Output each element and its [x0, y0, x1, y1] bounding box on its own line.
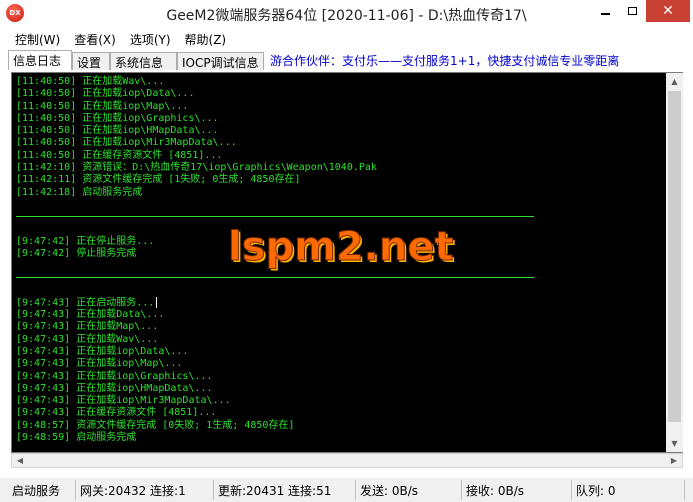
- log-group-restart: [9:47:43] 正在启动服务... [9:47:43] 正在加载Data\.…: [16, 296, 662, 445]
- scroll-left-button[interactable]: ◀: [12, 454, 28, 467]
- scroll-right-button[interactable]: ▶: [666, 454, 682, 467]
- maximize-icon: [627, 7, 637, 15]
- status-receive: 接收: 0B/s: [462, 480, 572, 500]
- log-line: [11:40:50] 正在加载iop\Data\...: [16, 88, 195, 100]
- status-update: 更新:20431 连接:51: [214, 480, 356, 500]
- log-line: [9:47:43] 正在加载iop\Data\...: [16, 345, 189, 357]
- log-line: [9:48:59] 启动服务完成: [16, 432, 137, 444]
- close-button[interactable]: ✕: [646, 0, 690, 22]
- partner-banner: 游合作伙伴：支付乐——支付服务1+1，快捷支付诚信专业零距离: [270, 54, 620, 68]
- tab-iocp-debug[interactable]: IOCP调试信息: [177, 52, 264, 70]
- log-line: [11:40:50] 正在加载iop\Map\...: [16, 100, 189, 112]
- log-line: [11:40:50] 正在加载iop\Graphics\...: [16, 112, 219, 124]
- status-service: 启动服务: [8, 480, 76, 500]
- log-line: [11:42:18] 启动服务完成: [16, 186, 143, 198]
- status-send: 发送: 0B/s: [356, 480, 462, 500]
- log-line: [9:47:43] 正在缓存资源文件 [4851]...: [16, 407, 217, 419]
- window-title: GeeM2微端服务器64位 [2020-11-06] - D:\热血传奇17\: [166, 8, 527, 24]
- log-line: [9:47:43] 正在加载iop\Graphics\...: [16, 370, 213, 382]
- log-line: [9:47:43] 正在加载iop\Mir3MapData\...: [16, 395, 231, 407]
- log-line: [9:47:43] 正在加载iop\HMapData\...: [16, 382, 213, 394]
- maximize-button[interactable]: [619, 0, 645, 22]
- menu-bar: 控制(W) 查看(X) 选项(Y) 帮助(Z): [8, 29, 686, 49]
- log-line: [9:47:43] 正在加载Data\...: [16, 309, 165, 321]
- tab-settings[interactable]: 设置: [72, 52, 110, 70]
- horizontal-scrollbar[interactable]: ◀ ▶: [11, 453, 683, 468]
- log-line: [9:47:43] 正在加载Map\...: [16, 321, 159, 333]
- minimize-button[interactable]: [592, 0, 618, 22]
- log-separator: [16, 216, 534, 218]
- menu-view[interactable]: 查看(X): [67, 29, 123, 49]
- arrow-right-icon: ▶: [670, 456, 678, 465]
- watermark-logo: lspm2.net: [228, 224, 455, 271]
- text-caret: [156, 296, 158, 308]
- scroll-thumb[interactable]: [668, 91, 681, 422]
- log-line: [9:47:43] 正在加载Wav\...: [16, 333, 159, 345]
- arrow-up-icon: ▲: [671, 77, 678, 86]
- status-gateway: 网关:20432 连接:1: [76, 480, 214, 500]
- title-bar: DX GeeM2微端服务器64位 [2020-11-06] - D:\热血传奇1…: [0, 0, 693, 28]
- tab-info-log[interactable]: 信息日志: [8, 50, 72, 70]
- log-line: [11:42:11] 资源文件缓存完成 [1失败; 0生成; 4850存在]: [16, 174, 301, 186]
- log-group-startup: [11:40:50] 正在加载Wav\... [11:40:50] 正在加载io…: [16, 76, 662, 199]
- log-line: [9:47:43] 正在加载iop\Map\...: [16, 358, 183, 370]
- scroll-down-button[interactable]: ▼: [666, 435, 683, 452]
- scroll-up-button[interactable]: ▲: [666, 73, 683, 90]
- arrow-left-icon: ◀: [16, 456, 24, 465]
- close-icon: ✕: [662, 3, 674, 19]
- menu-help[interactable]: 帮助(Z): [178, 29, 234, 49]
- log-line: [11:40:50] 正在加载iop\HMapData\...: [16, 125, 219, 137]
- log-line: [11:40:50] 正在缓存资源文件 [4851]...: [16, 149, 223, 161]
- log-line: [11:40:50] 正在加载Wav\...: [16, 76, 165, 87]
- log-line: [9:47:43] 正在启动服务...: [16, 296, 662, 309]
- tab-system-info[interactable]: 系统信息: [110, 52, 177, 70]
- app-icon: DX: [6, 4, 24, 22]
- minimize-icon: [600, 13, 610, 15]
- status-bar: 启动服务 网关:20432 连接:1 更新:20431 连接:51 发送: 0B…: [0, 478, 693, 502]
- menu-options[interactable]: 选项(Y): [123, 29, 178, 49]
- log-line: [11:42:10] 资源错误：D:\热血传奇17\iop\Graphics\W…: [16, 162, 377, 174]
- log-separator: [16, 277, 534, 279]
- tab-row: 信息日志 设置 系统信息 IOCP调试信息 游合作伙伴：支付乐——支付服务1+1…: [8, 50, 686, 70]
- status-queue: 队列: 0: [572, 480, 685, 500]
- arrow-down-icon: ▼: [671, 439, 678, 448]
- vertical-scrollbar[interactable]: ▲ ▼: [666, 73, 683, 452]
- menu-control[interactable]: 控制(W): [8, 29, 67, 49]
- log-line: [9:48:57] 资源文件缓存完成 [0失败; 1生成; 4850存在]: [16, 419, 295, 431]
- log-line: [11:40:50] 正在加载iop\Mir3MapData\...: [16, 137, 237, 149]
